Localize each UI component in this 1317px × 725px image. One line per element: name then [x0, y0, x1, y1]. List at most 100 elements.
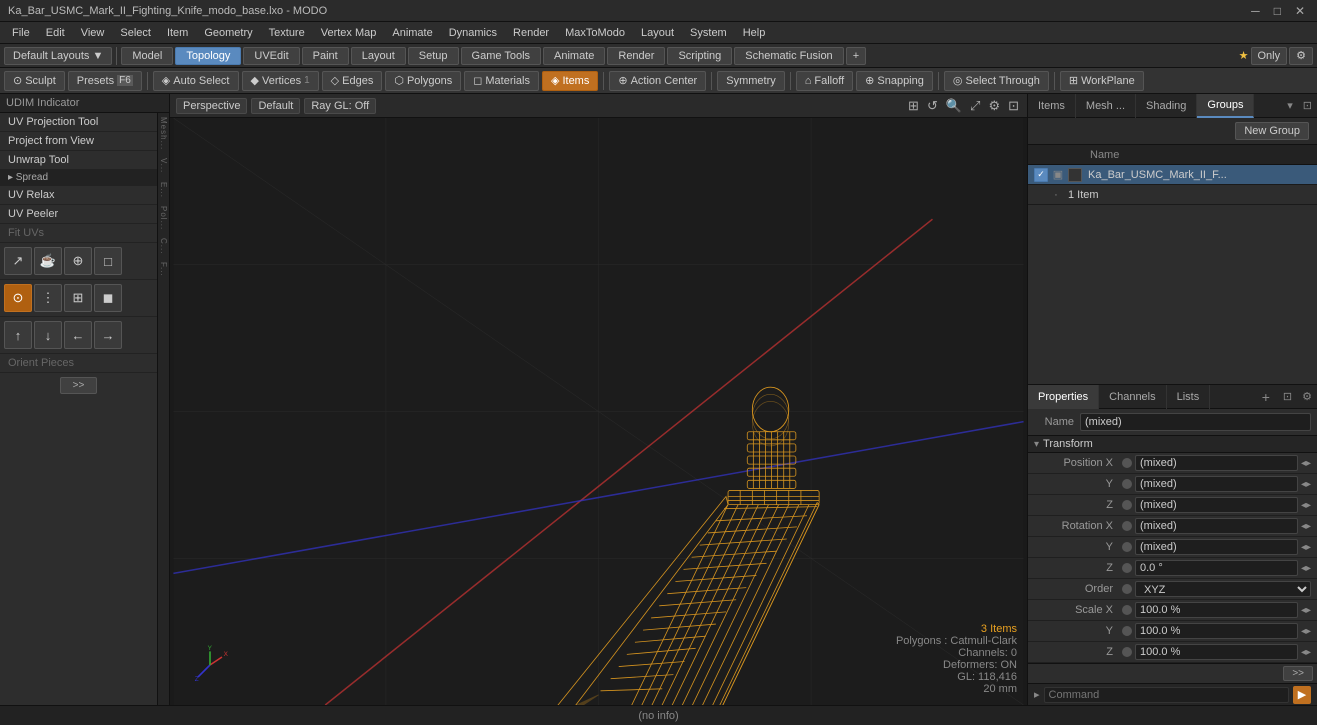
- rot-y-arrow[interactable]: ◂▸: [1301, 542, 1311, 553]
- action-center-button[interactable]: ⊕ Action Center: [609, 71, 706, 91]
- tab-paint[interactable]: Paint: [302, 47, 349, 65]
- scale-x-arrow[interactable]: ◂▸: [1301, 605, 1311, 616]
- tab-items[interactable]: Items: [1028, 94, 1076, 118]
- scale-y-dot[interactable]: [1122, 626, 1132, 636]
- vp-default-btn[interactable]: Default: [251, 98, 300, 114]
- tab-model[interactable]: Model: [121, 47, 173, 65]
- menu-system[interactable]: System: [682, 25, 735, 41]
- pos-z-arrow[interactable]: ◂▸: [1301, 500, 1311, 511]
- presets-button[interactable]: Presets F6: [68, 71, 142, 91]
- menu-vertex-map[interactable]: Vertex Map: [313, 25, 385, 41]
- add-tab-button[interactable]: +: [846, 47, 866, 65]
- pos-y-input[interactable]: [1135, 476, 1298, 492]
- rot-y-dot[interactable]: [1122, 542, 1132, 552]
- tool-uv-peeler[interactable]: UV Peeler: [0, 205, 157, 224]
- symmetry-button[interactable]: Symmetry: [717, 71, 785, 91]
- materials-button[interactable]: ◻ Materials: [464, 71, 539, 91]
- ptab-lists[interactable]: Lists: [1167, 385, 1211, 409]
- rot-x-input[interactable]: [1135, 518, 1298, 534]
- only-button[interactable]: Only: [1251, 47, 1288, 65]
- tab-render[interactable]: Render: [607, 47, 665, 65]
- auto-select-button[interactable]: ◈ Auto Select: [153, 71, 239, 91]
- rot-z-input[interactable]: [1135, 560, 1298, 576]
- scale-z-input[interactable]: [1135, 644, 1298, 660]
- tab-schematic[interactable]: Schematic Fusion: [734, 47, 843, 65]
- menu-view[interactable]: View: [73, 25, 113, 41]
- tab-setup[interactable]: Setup: [408, 47, 459, 65]
- vp-icon-settings[interactable]: ⚙: [986, 98, 1002, 114]
- snapping-button[interactable]: ⊕ Snapping: [856, 71, 933, 91]
- select-through-button[interactable]: ◎ Select Through: [944, 71, 1049, 91]
- vp-icon-search[interactable]: 🔍: [944, 98, 964, 114]
- rot-x-dot[interactable]: [1122, 521, 1132, 531]
- viewport-canvas[interactable]: 3 Items Polygons : Catmull-Clark Channel…: [170, 118, 1027, 705]
- tree-lock-checkbox[interactable]: [1068, 168, 1082, 182]
- pos-x-input[interactable]: [1135, 455, 1298, 471]
- workplane-button[interactable]: ⊞ WorkPlane: [1060, 71, 1144, 91]
- tool-icon-8[interactable]: ◼: [94, 284, 122, 312]
- falloff-button[interactable]: ⌂ Falloff: [796, 71, 853, 91]
- tool-icon-5[interactable]: ⊙: [4, 284, 32, 312]
- layout-selector[interactable]: Default Layouts ▼: [4, 47, 112, 65]
- tool-project-view[interactable]: Project from View: [0, 132, 157, 151]
- tree-row-sub[interactable]: · 1 Item: [1028, 185, 1317, 205]
- pos-z-dot[interactable]: [1122, 500, 1132, 510]
- tab-shading[interactable]: Shading: [1136, 94, 1197, 118]
- tool-uv-projection[interactable]: UV Projection Tool: [0, 113, 157, 132]
- arrow-up[interactable]: ↑: [4, 321, 32, 349]
- tree-row-main[interactable]: ✓ ▣ Ka_Bar_USMC_Mark_II_F...: [1028, 165, 1317, 185]
- vp-raygl-btn[interactable]: Ray GL: Off: [304, 98, 376, 114]
- ptab-icon-2[interactable]: ⚙: [1297, 387, 1317, 406]
- edges-button[interactable]: ◇ Edges: [322, 71, 383, 91]
- tab-scripting[interactable]: Scripting: [667, 47, 732, 65]
- tree-eye-checkbox[interactable]: ✓: [1034, 168, 1048, 182]
- order-dot[interactable]: [1122, 584, 1132, 594]
- minimize-button[interactable]: ─: [1247, 4, 1264, 18]
- tool-icon-2[interactable]: ☕: [34, 247, 62, 275]
- menu-file[interactable]: File: [4, 25, 38, 41]
- arrow-left[interactable]: ←: [64, 321, 92, 349]
- rot-z-dot[interactable]: [1122, 563, 1132, 573]
- command-input[interactable]: [1044, 687, 1289, 703]
- tab-groups[interactable]: Groups: [1197, 94, 1254, 118]
- ptab-properties[interactable]: Properties: [1028, 385, 1099, 409]
- rot-y-input[interactable]: [1135, 539, 1298, 555]
- vp-perspective-btn[interactable]: Perspective: [176, 98, 247, 114]
- items-button[interactable]: ◈ Items: [542, 71, 598, 91]
- ptab-icon-1[interactable]: ⊡: [1278, 387, 1297, 406]
- menu-dynamics[interactable]: Dynamics: [441, 25, 505, 41]
- tab-uvedit[interactable]: UVEdit: [243, 47, 299, 65]
- menu-item[interactable]: Item: [159, 25, 196, 41]
- pos-z-input[interactable]: [1135, 497, 1298, 513]
- tab-layout[interactable]: Layout: [351, 47, 406, 65]
- tool-icon-3[interactable]: ⊕: [64, 247, 92, 275]
- settings-button[interactable]: ⚙: [1289, 47, 1313, 65]
- close-button[interactable]: ✕: [1291, 4, 1309, 18]
- scale-x-input[interactable]: [1135, 602, 1298, 618]
- vp-icon-expand[interactable]: ⊡: [1006, 98, 1021, 114]
- menu-maxtomodo[interactable]: MaxToModo: [557, 25, 633, 41]
- tab-animate[interactable]: Animate: [543, 47, 605, 65]
- tab-mesh[interactable]: Mesh ...: [1076, 94, 1136, 118]
- order-select[interactable]: XYZ: [1135, 581, 1311, 597]
- scale-x-dot[interactable]: [1122, 605, 1132, 615]
- tool-icon-1[interactable]: ↗: [4, 247, 32, 275]
- scale-y-arrow[interactable]: ◂▸: [1301, 626, 1311, 637]
- vp-icon-frame[interactable]: ⊞: [906, 98, 921, 114]
- menu-select[interactable]: Select: [112, 25, 159, 41]
- tool-uv-relax[interactable]: UV Relax: [0, 186, 157, 205]
- tab-topology[interactable]: Topology: [175, 47, 241, 65]
- add-tab-button[interactable]: +: [1254, 386, 1278, 408]
- menu-layout[interactable]: Layout: [633, 25, 682, 41]
- rot-z-arrow[interactable]: ◂▸: [1301, 563, 1311, 574]
- ptab-channels[interactable]: Channels: [1099, 385, 1166, 409]
- tool-unwrap[interactable]: Unwrap Tool: [0, 151, 157, 170]
- vertices-button[interactable]: ◆ Vertices 1: [242, 71, 319, 91]
- menu-help[interactable]: Help: [735, 25, 774, 41]
- arrow-down[interactable]: ↓: [34, 321, 62, 349]
- vp-icon-fullscreen[interactable]: ⤢: [968, 98, 982, 114]
- tab-game-tools[interactable]: Game Tools: [461, 47, 542, 65]
- tool-icon-7[interactable]: ⊞: [64, 284, 92, 312]
- scale-y-input[interactable]: [1135, 623, 1298, 639]
- name-input[interactable]: [1080, 413, 1311, 431]
